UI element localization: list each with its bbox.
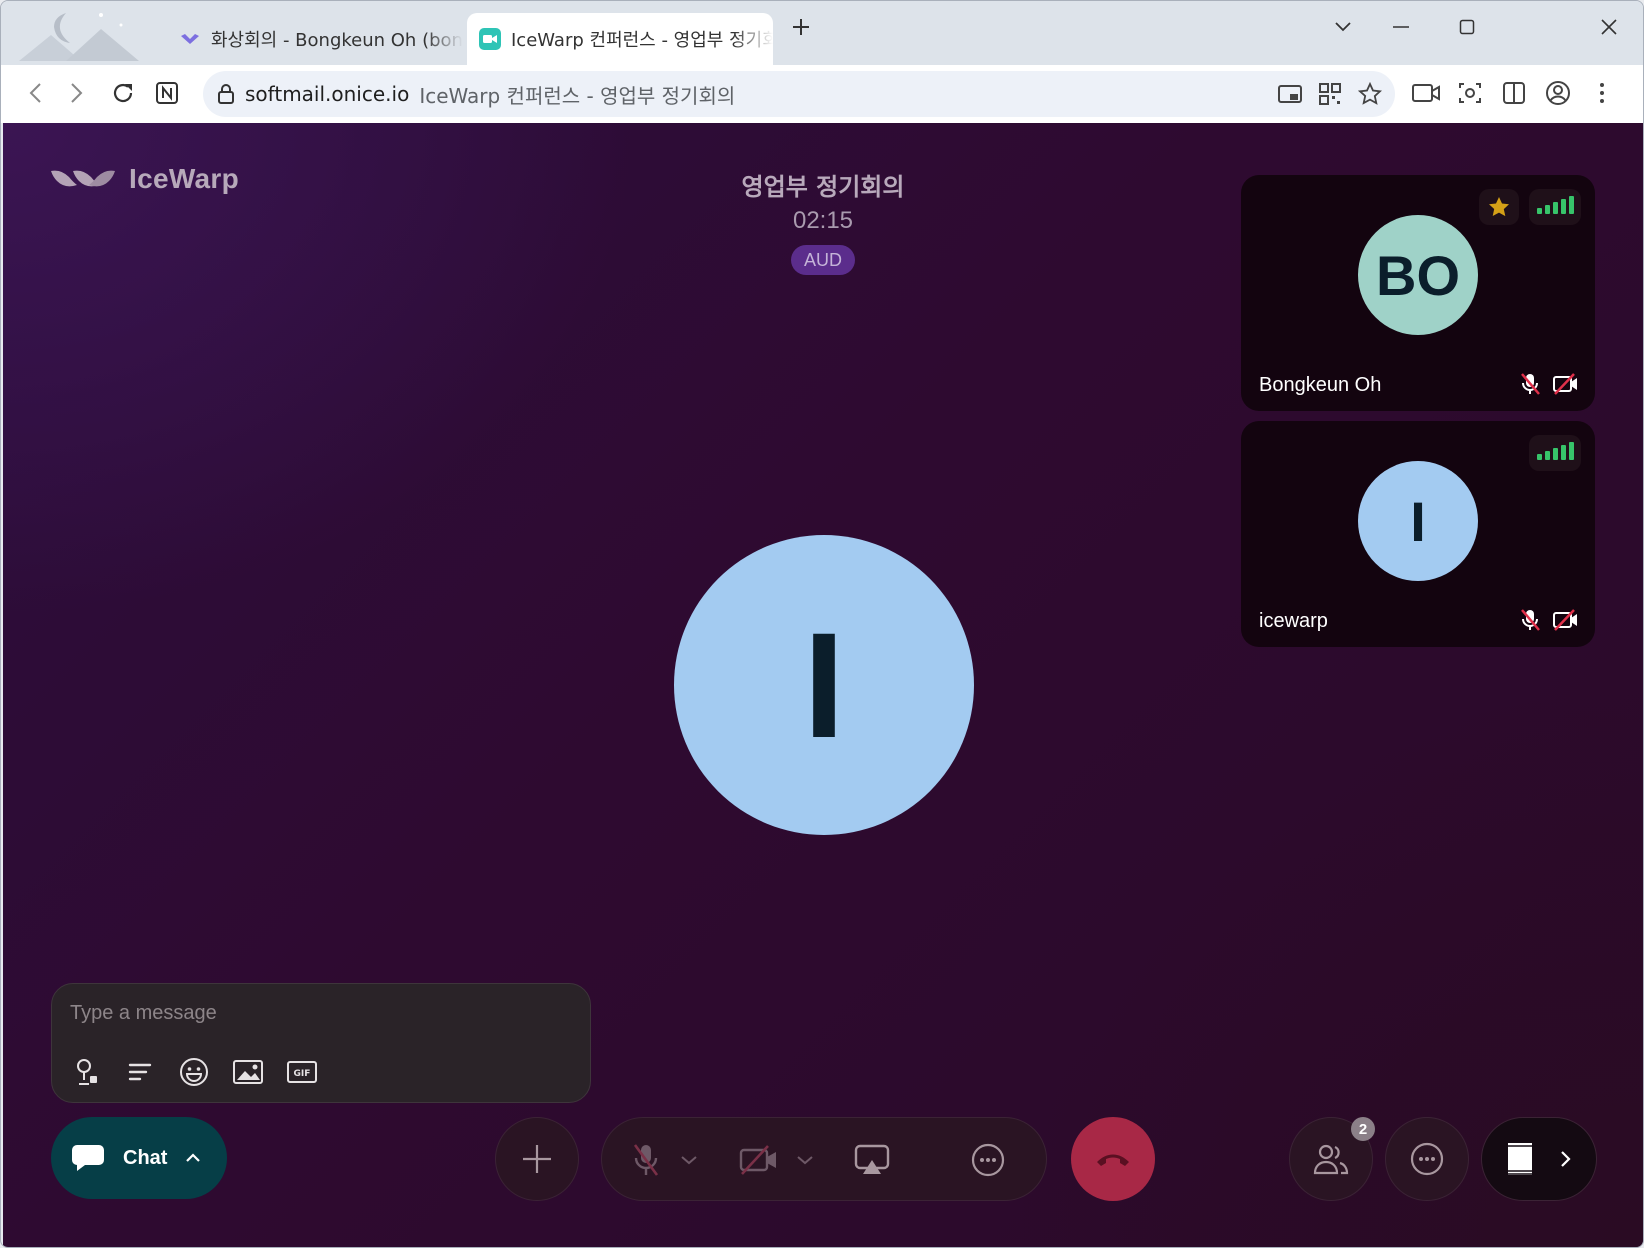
chat-bubble-icon bbox=[72, 1145, 104, 1171]
n-extension-icon bbox=[156, 82, 178, 104]
tab-title: IceWarp 컨퍼런스 - 영업부 정기회의 bbox=[511, 30, 773, 51]
layout-toggle-button[interactable] bbox=[1481, 1117, 1597, 1201]
browser-window: 화상회의 - Bongkeun Oh (bongk IceWarp 컨퍼런스 -… bbox=[0, 0, 1644, 1248]
composer-toolbar: GIF bbox=[70, 1056, 318, 1088]
maximize-button[interactable] bbox=[1443, 9, 1491, 45]
tab-strip: 화상회의 - Bongkeun Oh (bongk IceWarp 컨퍼런스 -… bbox=[1, 1, 1643, 65]
mic-muted-icon bbox=[1519, 372, 1541, 401]
close-window-button[interactable] bbox=[1585, 9, 1633, 45]
kebab-menu-icon[interactable] bbox=[1587, 78, 1617, 108]
participant-tile[interactable]: I icewarp bbox=[1241, 421, 1595, 647]
plus-icon bbox=[793, 19, 809, 35]
mention-user-icon[interactable] bbox=[70, 1056, 102, 1088]
add-button[interactable] bbox=[495, 1117, 579, 1201]
chat-label: Chat bbox=[123, 1146, 168, 1169]
camera-toggle-button[interactable] bbox=[736, 1118, 782, 1202]
arrow-left-icon bbox=[29, 83, 41, 103]
star-icon bbox=[1479, 189, 1519, 225]
new-tab-button[interactable] bbox=[777, 9, 825, 45]
split-view-icon[interactable] bbox=[1499, 78, 1529, 108]
signal-strength-icon bbox=[1529, 189, 1581, 225]
users-icon bbox=[1313, 1144, 1349, 1175]
participant-status bbox=[1519, 608, 1579, 637]
gif-icon[interactable]: GIF bbox=[286, 1056, 318, 1088]
reload-button[interactable] bbox=[103, 73, 143, 113]
minimize-icon bbox=[1393, 26, 1409, 28]
participant-name: Bongkeun Oh bbox=[1259, 374, 1382, 396]
picture-in-picture-icon[interactable] bbox=[1275, 79, 1305, 109]
screen-share-icon bbox=[854, 1144, 890, 1174]
tab-video-conference[interactable]: 화상회의 - Bongkeun Oh (bongk bbox=[167, 13, 463, 65]
more-horizontal-icon bbox=[1410, 1142, 1444, 1176]
mic-options-button[interactable] bbox=[674, 1118, 704, 1202]
chevron-down-icon bbox=[797, 1156, 813, 1165]
participant-avatar: BO bbox=[1358, 215, 1478, 335]
mic-muted-icon bbox=[1519, 608, 1541, 637]
end-call-button[interactable] bbox=[1071, 1117, 1155, 1201]
arrow-right-icon bbox=[71, 83, 83, 103]
media-controls bbox=[601, 1117, 1047, 1201]
camera-off-icon bbox=[739, 1145, 776, 1175]
chevron-up-icon bbox=[186, 1153, 201, 1162]
video-camera-icon[interactable] bbox=[1411, 78, 1441, 108]
icewarp-video-favicon-icon bbox=[479, 28, 501, 50]
maximize-icon bbox=[1459, 19, 1475, 35]
mic-toggle-button[interactable] bbox=[626, 1118, 666, 1202]
media-more-button[interactable] bbox=[966, 1118, 1010, 1202]
chat-toggle-button[interactable]: Chat bbox=[51, 1117, 227, 1199]
address-url: softmail.onice.io bbox=[245, 82, 410, 106]
address-page-title: IceWarp 컨퍼런스 - 영업부 정기회의 bbox=[419, 83, 736, 108]
tab-title: 화상회의 - Bongkeun Oh (bongk bbox=[211, 30, 463, 51]
tab-icewarp-conference[interactable]: IceWarp 컨퍼런스 - 영업부 정기회의 bbox=[467, 13, 773, 65]
signal-strength-icon bbox=[1529, 435, 1581, 471]
qr-code-icon[interactable] bbox=[1315, 79, 1345, 109]
main-speaker-avatar: I bbox=[674, 535, 974, 835]
lock-icon bbox=[217, 83, 235, 105]
close-icon bbox=[1601, 19, 1617, 35]
image-attach-icon[interactable] bbox=[232, 1056, 264, 1088]
address-bar-actions bbox=[1275, 71, 1385, 117]
conference-favicon-icon bbox=[179, 28, 201, 50]
participant-name: icewarp bbox=[1259, 610, 1328, 632]
more-options-button[interactable] bbox=[1385, 1117, 1469, 1201]
address-bar[interactable]: softmail.onice.io IceWarp 컨퍼런스 - 영업부 정기회… bbox=[203, 71, 1395, 117]
svg-text:GIF: GIF bbox=[294, 1069, 311, 1079]
chevron-right-icon bbox=[1561, 1151, 1571, 1167]
more-horizontal-icon bbox=[971, 1143, 1005, 1177]
participants-count-badge: 2 bbox=[1351, 1117, 1375, 1141]
message-input[interactable] bbox=[70, 1002, 570, 1025]
toolbar-actions bbox=[1411, 73, 1617, 113]
browser-toolbar: softmail.onice.io IceWarp 컨퍼런스 - 영업부 정기회… bbox=[1, 65, 1643, 123]
emoji-icon[interactable] bbox=[178, 1056, 210, 1088]
minimize-button[interactable] bbox=[1377, 9, 1425, 45]
video-off-icon bbox=[1553, 373, 1579, 400]
mode-badge: AUD bbox=[791, 245, 855, 275]
conference-app: IceWarp 영업부 정기회의 02:15 AUD I BO Bongkeun… bbox=[3, 123, 1643, 1247]
screen-share-button[interactable] bbox=[852, 1118, 892, 1202]
hang-up-icon bbox=[1097, 1154, 1129, 1166]
reload-icon bbox=[113, 83, 133, 103]
participant-tile[interactable]: BO Bongkeun Oh bbox=[1241, 175, 1595, 411]
camera-options-button[interactable] bbox=[790, 1118, 820, 1202]
extension-n-button[interactable] bbox=[147, 73, 187, 113]
chat-composer: GIF bbox=[51, 983, 591, 1103]
browser-profile-artwork bbox=[19, 13, 139, 61]
video-off-icon bbox=[1553, 609, 1579, 636]
profile-icon[interactable] bbox=[1543, 78, 1573, 108]
layout-icon bbox=[1508, 1143, 1532, 1175]
plus-icon bbox=[523, 1145, 551, 1173]
back-button[interactable] bbox=[15, 73, 55, 113]
participant-status bbox=[1519, 372, 1579, 401]
bookmark-star-icon[interactable] bbox=[1355, 79, 1385, 109]
screenshot-icon[interactable] bbox=[1455, 78, 1485, 108]
tab-search-button[interactable] bbox=[1319, 9, 1367, 45]
participant-avatar: I bbox=[1358, 461, 1478, 581]
mic-off-icon bbox=[633, 1144, 659, 1176]
format-text-icon[interactable] bbox=[124, 1056, 156, 1088]
chevron-down-icon bbox=[1335, 22, 1351, 32]
forward-button[interactable] bbox=[57, 73, 97, 113]
chevron-down-icon bbox=[681, 1156, 697, 1165]
